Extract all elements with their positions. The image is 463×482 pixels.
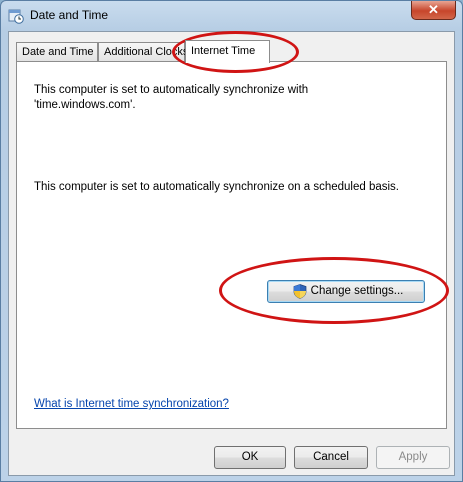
tab-date-and-time[interactable]: Date and Time [16,42,98,61]
clock-calendar-icon [8,9,24,24]
internet-time-panel: This computer is set to automatically sy… [16,61,447,429]
date-time-window: Date and Time ✕ Date and Time Additional… [0,0,463,482]
tab-internet-time[interactable]: Internet Time [185,40,270,63]
sync-server-text-line1: This computer is set to automatically sy… [34,84,309,96]
help-link[interactable]: What is Internet time synchronization? [34,397,229,412]
title-bar[interactable]: Date and Time ✕ [1,1,462,31]
highlight-ellipse-change-settings [219,257,449,324]
sync-schedule-text: This computer is set to automatically sy… [34,181,399,193]
ok-button[interactable]: OK [214,446,286,469]
close-icon: ✕ [428,2,439,17]
window-title: Date and Time [30,8,109,22]
cancel-button[interactable]: Cancel [294,446,368,469]
dialog-body: Date and Time Additional Clocks Internet… [8,31,455,476]
apply-button[interactable]: Apply [376,446,450,469]
close-button[interactable]: ✕ [411,1,456,20]
sync-server-text-line2: 'time.windows.com'. [34,99,136,111]
